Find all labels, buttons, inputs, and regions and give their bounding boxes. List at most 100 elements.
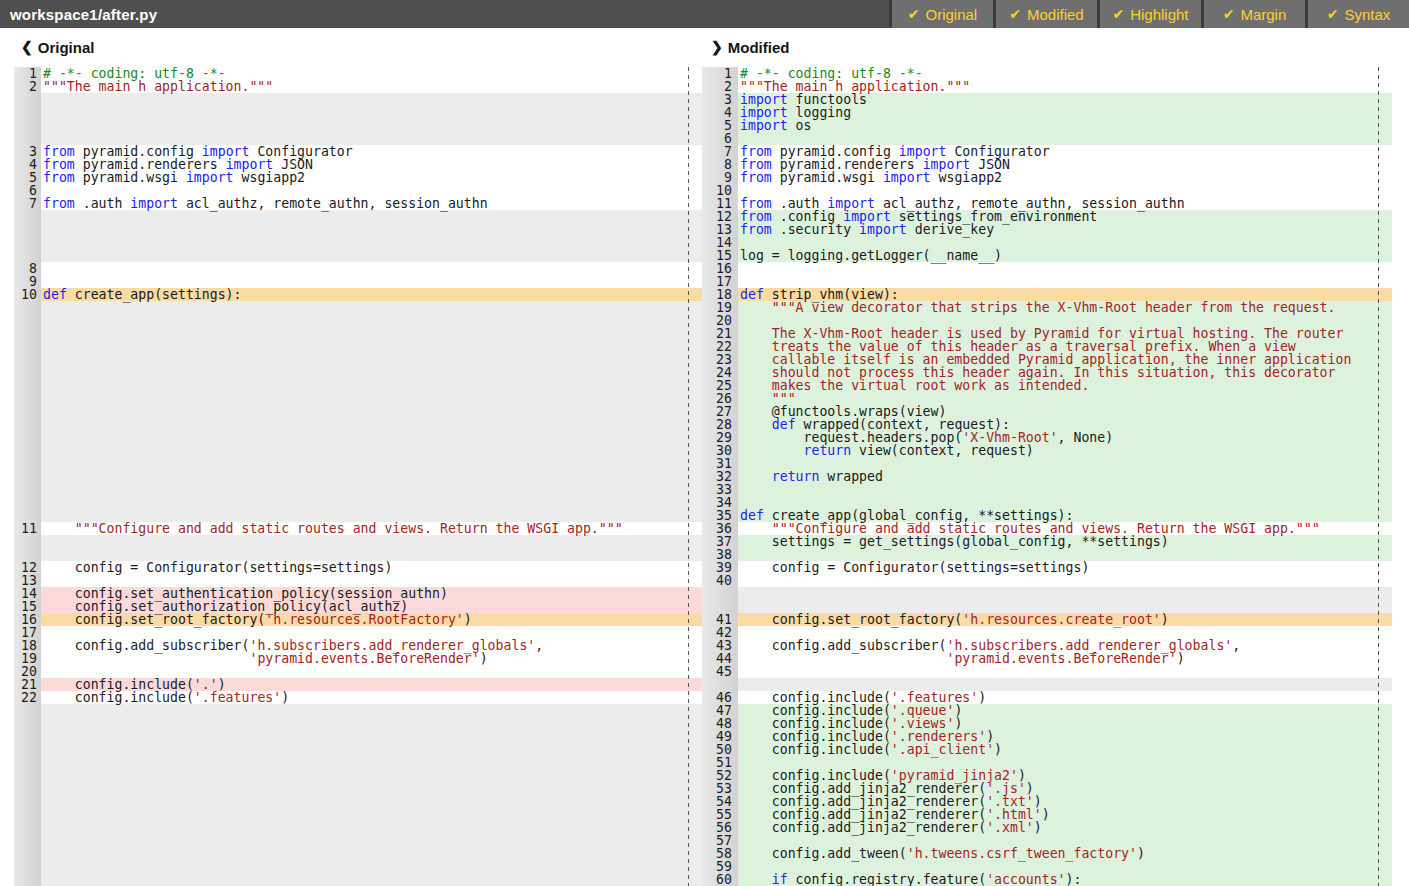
code-text — [41, 314, 702, 327]
code-text — [41, 210, 702, 223]
code-line-modified: 58 config.add_tween('h.tweens.csrf_tween… — [702, 847, 1392, 860]
panel-headers: ❮ Original ❯ Modified — [0, 28, 1409, 67]
code-token: view(context, request) — [851, 443, 1034, 458]
code-line-original — [14, 106, 702, 119]
line-number — [14, 470, 41, 483]
toggle-syntax-button[interactable]: ✔Syntax — [1308, 0, 1409, 28]
code-line-modified: 44 'pyramid.events.BeforeRender') — [702, 652, 1392, 665]
code-line-original: 7from .auth import acl_authz, remote_aut… — [14, 197, 702, 210]
code-text: from pyramid.wsgi import wsgiapp2 — [41, 171, 702, 184]
code-line-modified: 41 config.set_root_factory('h.resources.… — [702, 613, 1392, 626]
code-token: ) — [994, 742, 1002, 757]
code-token: '.api_client' — [891, 742, 994, 757]
line-number — [14, 418, 41, 431]
code-token: 'accounts' — [986, 872, 1065, 886]
original-panel-title: Original — [38, 39, 95, 56]
code-text: 'pyramid.events.BeforeRender') — [738, 652, 1392, 665]
code-text — [41, 795, 702, 808]
code-text — [41, 301, 702, 314]
code-line-original — [14, 808, 702, 821]
line-number — [14, 340, 41, 353]
line-number — [14, 457, 41, 470]
code-token: config = Configurator(settings=settings) — [43, 560, 392, 575]
code-line-original — [14, 444, 702, 457]
code-line-original: 11 """Configure and add static routes an… — [14, 522, 702, 535]
code-token: 'h.tweens.csrf_tween_factory' — [907, 846, 1137, 861]
toggle-modified-button[interactable]: ✔Modified — [996, 0, 1097, 28]
code-line-modified: 45 — [702, 665, 1392, 678]
modified-panel-header[interactable]: ❯ Modified — [711, 28, 789, 66]
code-token: """The main h application.""" — [43, 79, 273, 94]
original-panel-header[interactable]: ❮ Original — [21, 28, 94, 66]
line-number — [14, 444, 41, 457]
code-token: config.registry.feature( — [788, 872, 987, 886]
code-text: import logging — [738, 106, 1392, 119]
code-token: from — [740, 170, 772, 185]
code-token — [740, 443, 804, 458]
code-text — [41, 535, 702, 548]
original-code[interactable]: 1# -*- coding: utf-8 -*-2"""The main h a… — [14, 67, 702, 886]
code-line-modified: 56 config.add_jinja2_renderer('.xml') — [702, 821, 1392, 834]
code-token: .auth — [75, 196, 131, 211]
code-line-modified: 37 settings = get_settings(global_config… — [702, 535, 1392, 548]
code-text: log = logging.getLogger(__name__) — [738, 249, 1392, 262]
code-token: config.include( — [43, 690, 194, 705]
code-token: config.add_tween( — [740, 846, 907, 861]
line-number — [14, 379, 41, 392]
code-token: from — [43, 170, 75, 185]
line-number — [14, 769, 41, 782]
code-line-original — [14, 223, 702, 236]
code-line-original — [14, 743, 702, 756]
line-number: 11 — [14, 522, 41, 535]
code-token: import — [186, 170, 234, 185]
code-line-original: 8 — [14, 262, 702, 275]
code-line-original — [14, 717, 702, 730]
code-text — [41, 249, 702, 262]
code-line-original — [14, 392, 702, 405]
code-text: if config.registry.feature('accounts'): — [738, 873, 1392, 886]
code-line-original — [14, 418, 702, 431]
code-token: wsgiapp2 — [234, 170, 305, 185]
check-icon: ✔ — [1112, 6, 1124, 22]
modified-panel: 1# -*- coding: utf-8 -*-2"""The main h a… — [702, 67, 1392, 886]
code-token: if — [772, 872, 788, 886]
check-icon: ✔ — [1327, 6, 1339, 22]
code-text: from .auth import acl_authz, remote_auth… — [41, 197, 702, 210]
code-line-modified: 30 return view(context, request) — [702, 444, 1392, 457]
code-token: , — [1232, 638, 1240, 653]
code-line-original: 16 config.set_root_factory('h.resources.… — [14, 613, 702, 626]
code-text — [41, 717, 702, 730]
code-token: return — [804, 443, 852, 458]
code-line-modified: 9from pyramid.wsgi import wsgiapp2 — [702, 171, 1392, 184]
toggle-original-button[interactable]: ✔Original — [892, 0, 993, 28]
code-line-original — [14, 249, 702, 262]
code-token — [43, 651, 249, 666]
code-text — [41, 431, 702, 444]
line-number: 2 — [14, 80, 41, 93]
code-text — [41, 730, 702, 743]
code-text — [41, 379, 702, 392]
code-text: from pyramid.wsgi import wsgiapp2 — [738, 171, 1392, 184]
toggle-margin-button[interactable]: ✔Margin — [1204, 0, 1305, 28]
code-token: ) — [281, 690, 289, 705]
line-number — [14, 743, 41, 756]
code-token: os — [788, 118, 812, 133]
code-text — [738, 665, 1392, 678]
code-text — [41, 366, 702, 379]
line-number: 7 — [14, 197, 41, 210]
code-line-original — [14, 834, 702, 847]
line-number — [14, 483, 41, 496]
line-number — [14, 353, 41, 366]
code-line-original — [14, 379, 702, 392]
check-icon: ✔ — [1009, 6, 1021, 22]
code-token: wrapped — [819, 469, 883, 484]
line-number — [14, 392, 41, 405]
toggle-highlight-button[interactable]: ✔Highlight — [1100, 0, 1201, 28]
code-token: import — [130, 196, 178, 211]
code-text — [41, 769, 702, 782]
line-number — [14, 223, 41, 236]
line-number: 5 — [702, 119, 738, 132]
line-number — [14, 847, 41, 860]
modified-code[interactable]: 1# -*- coding: utf-8 -*-2"""The main h a… — [702, 67, 1392, 886]
code-line-original — [14, 119, 702, 132]
